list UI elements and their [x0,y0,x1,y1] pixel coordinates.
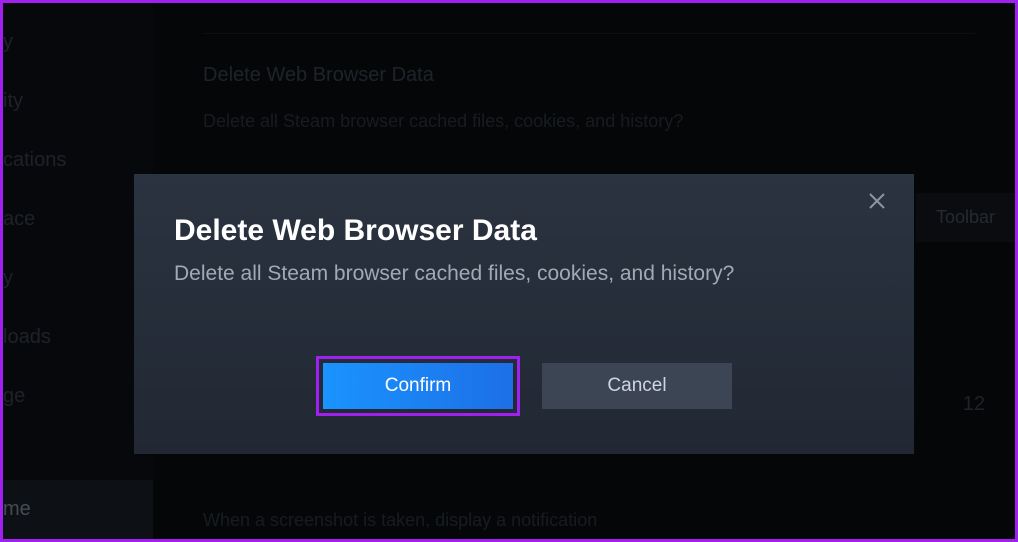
dialog-description: Delete all Steam browser cached files, c… [174,262,874,286]
cancel-button[interactable]: Cancel [542,363,732,409]
confirm-dialog: Delete Web Browser Data Delete all Steam… [134,174,914,454]
dialog-actions: Confirm Cancel [174,356,874,416]
confirm-highlight: Confirm [316,356,520,416]
close-icon[interactable] [868,192,892,216]
confirm-button[interactable]: Confirm [323,363,513,409]
dialog-title: Delete Web Browser Data [174,214,874,248]
